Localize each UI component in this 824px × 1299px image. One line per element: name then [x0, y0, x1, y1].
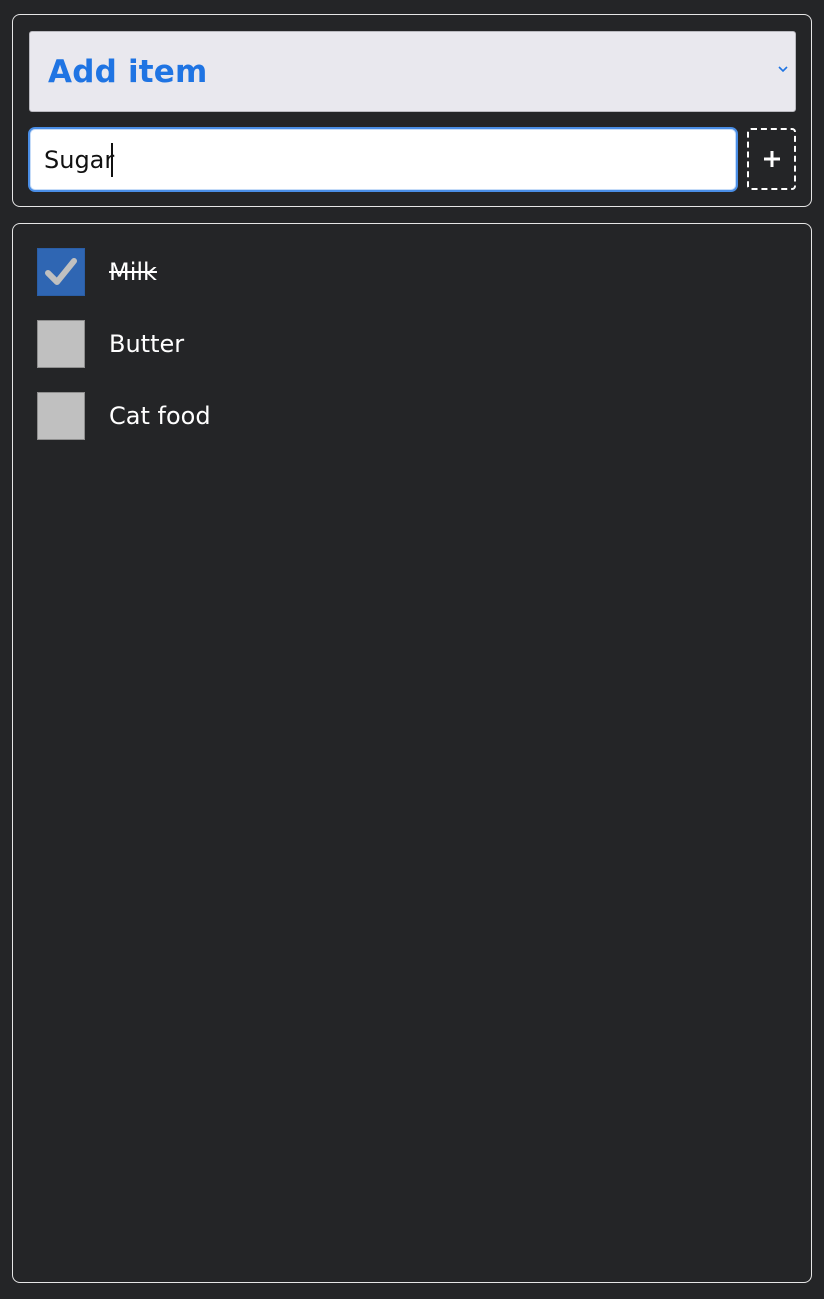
item-label: Butter — [109, 330, 185, 358]
item-checkbox[interactable] — [37, 248, 85, 296]
list-item: Milk — [37, 248, 777, 296]
item-text-input[interactable] — [44, 129, 736, 190]
checkmark-icon — [45, 258, 77, 285]
add-item-select[interactable]: Add item — [29, 31, 796, 112]
item-checkbox[interactable] — [37, 320, 85, 368]
item-label: Milk — [109, 258, 157, 286]
item-label: Cat food — [109, 402, 211, 430]
chevron-down-icon — [778, 66, 788, 73]
shopping-list-panel: Milk Butter Cat food — [12, 223, 812, 1283]
text-caret — [111, 143, 113, 177]
list-item: Cat food — [37, 392, 777, 440]
add-item-panel: Add item — [12, 14, 812, 207]
add-item-title: Add item — [48, 53, 208, 90]
list-item: Butter — [37, 320, 777, 368]
item-input-wrapper — [28, 127, 738, 192]
item-checkbox[interactable] — [37, 392, 85, 440]
plus-icon — [763, 151, 780, 167]
add-item-button[interactable] — [747, 128, 796, 190]
